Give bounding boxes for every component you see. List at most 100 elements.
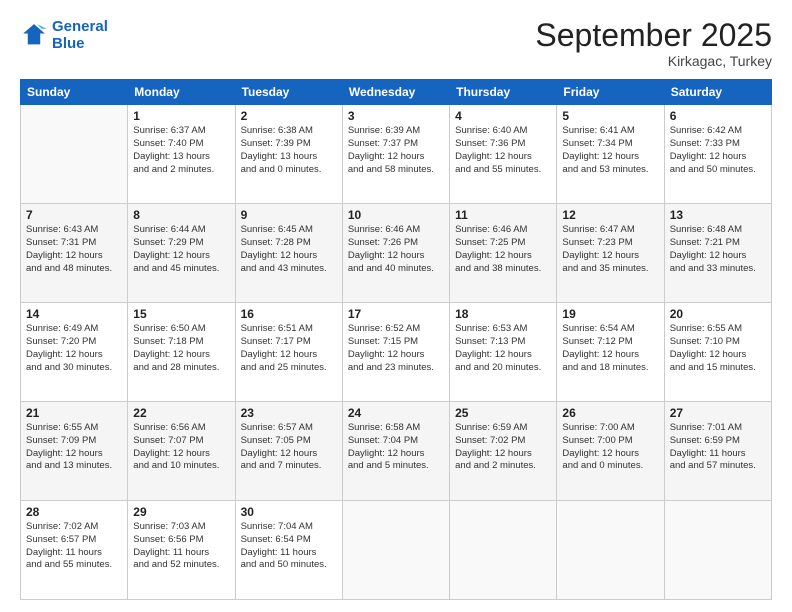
daylight-text-2: and and 10 minutes. [133,460,229,473]
daylight-text-2: and and 35 minutes. [562,263,658,276]
sunset-text: Sunset: 7:04 PM [348,435,444,448]
calendar-cell [557,501,664,600]
daylight-text: Daylight: 12 hours [348,250,444,263]
day-number: 16 [241,307,337,321]
daylight-text-2: and and 20 minutes. [455,362,551,375]
col-header-thursday: Thursday [450,80,557,105]
sunset-text: Sunset: 7:20 PM [26,336,122,349]
calendar-cell: 20Sunrise: 6:55 AMSunset: 7:10 PMDayligh… [664,303,771,402]
calendar-cell: 3Sunrise: 6:39 AMSunset: 7:37 PMDaylight… [342,105,449,204]
daylight-text: Daylight: 12 hours [348,448,444,461]
sunset-text: Sunset: 7:31 PM [26,237,122,250]
day-number: 15 [133,307,229,321]
daylight-text: Daylight: 12 hours [26,349,122,362]
calendar-cell: 11Sunrise: 6:46 AMSunset: 7:25 PMDayligh… [450,204,557,303]
sunrise-text: Sunrise: 6:47 AM [562,224,658,237]
calendar-cell: 2Sunrise: 6:38 AMSunset: 7:39 PMDaylight… [235,105,342,204]
daylight-text: Daylight: 12 hours [133,349,229,362]
day-number: 25 [455,406,551,420]
daylight-text: Daylight: 12 hours [348,349,444,362]
daylight-text-2: and and 28 minutes. [133,362,229,375]
logo-text: General Blue [52,18,108,53]
calendar-cell: 29Sunrise: 7:03 AMSunset: 6:56 PMDayligh… [128,501,235,600]
day-number: 23 [241,406,337,420]
calendar-cell: 28Sunrise: 7:02 AMSunset: 6:57 PMDayligh… [21,501,128,600]
sunset-text: Sunset: 7:21 PM [670,237,766,250]
calendar-cell: 12Sunrise: 6:47 AMSunset: 7:23 PMDayligh… [557,204,664,303]
day-number: 29 [133,505,229,519]
daylight-text-2: and and 50 minutes. [670,164,766,177]
sunset-text: Sunset: 6:57 PM [26,534,122,547]
day-number: 24 [348,406,444,420]
day-number: 9 [241,208,337,222]
daylight-text-2: and and 2 minutes. [455,460,551,473]
day-number: 21 [26,406,122,420]
daylight-text-2: and and 30 minutes. [26,362,122,375]
daylight-text: Daylight: 12 hours [455,250,551,263]
calendar-table: SundayMondayTuesdayWednesdayThursdayFrid… [20,79,772,600]
calendar-cell: 24Sunrise: 6:58 AMSunset: 7:04 PMDayligh… [342,402,449,501]
daylight-text-2: and and 57 minutes. [670,460,766,473]
day-number: 10 [348,208,444,222]
location: Kirkagac, Turkey [535,53,772,69]
calendar-cell: 17 Sunrise: 6:52 AMSunset: 7:15 PMDayligh… [342,303,449,402]
sunset-text: Sunset: 6:56 PM [133,534,229,547]
daylight-text: Daylight: 12 hours [241,349,337,362]
daylight-text: Daylight: 12 hours [670,349,766,362]
daylight-text: Daylight: 12 hours [26,448,122,461]
week-row-5: 28Sunrise: 7:02 AMSunset: 6:57 PMDayligh… [21,501,772,600]
daylight-text: Daylight: 11 hours [241,547,337,560]
sunrise-text: Sunrise: 6:53 AM [455,323,551,336]
sunrise-text: Sunrise: 6:51 AM [241,323,337,336]
col-header-sunday: Sunday [21,80,128,105]
col-header-saturday: Saturday [664,80,771,105]
daylight-text: Daylight: 12 hours [562,349,658,362]
daylight-text: Daylight: 12 hours [562,151,658,164]
sunrise-text: Sunrise: 6:44 AM [133,224,229,237]
calendar-cell: 8Sunrise: 6:44 AMSunset: 7:29 PMDaylight… [128,204,235,303]
daylight-text-2: and and 55 minutes. [455,164,551,177]
daylight-text-2: and and 25 minutes. [241,362,337,375]
day-number: 20 [670,307,766,321]
day-number: 3 [348,109,444,123]
daylight-text: Daylight: 12 hours [133,250,229,263]
day-number: 2 [241,109,337,123]
sunset-text: Sunset: 7:13 PM [455,336,551,349]
header: General Blue September 2025 Kirkagac, Tu… [20,18,772,69]
sunset-text: Sunset: 7:15 PM [348,336,444,349]
calendar-cell: 30Sunrise: 7:04 AMSunset: 6:54 PMDayligh… [235,501,342,600]
daylight-text-2: and and 45 minutes. [133,263,229,276]
day-number: 27 [670,406,766,420]
daylight-text: Daylight: 13 hours [133,151,229,164]
calendar-cell: 14Sunrise: 6:49 AMSunset: 7:20 PMDayligh… [21,303,128,402]
daylight-text: Daylight: 12 hours [133,448,229,461]
week-row-4: 21Sunrise: 6:55 AMSunset: 7:09 PMDayligh… [21,402,772,501]
sunrise-text: Sunrise: 6:52 AM [348,323,444,336]
sunset-text: Sunset: 7:33 PM [670,138,766,151]
sunrise-text: Sunrise: 6:46 AM [348,224,444,237]
calendar-cell: 16Sunrise: 6:51 AMSunset: 7:17 PMDayligh… [235,303,342,402]
sunrise-text: Sunrise: 6:55 AM [670,323,766,336]
day-number: 17 [348,307,444,321]
day-number: 7 [26,208,122,222]
daylight-text: Daylight: 11 hours [133,547,229,560]
daylight-text: Daylight: 12 hours [670,151,766,164]
sunrise-text: Sunrise: 6:54 AM [562,323,658,336]
day-number: 19 [562,307,658,321]
daylight-text-2: and and 2 minutes. [133,164,229,177]
daylight-text: Daylight: 12 hours [241,250,337,263]
daylight-text-2: and and 55 minutes. [26,559,122,572]
sunset-text: Sunset: 6:54 PM [241,534,337,547]
day-number: 5 [562,109,658,123]
logo-line1: General [52,18,108,35]
calendar-cell: 21Sunrise: 6:55 AMSunset: 7:09 PMDayligh… [21,402,128,501]
sunrise-text: Sunrise: 6:46 AM [455,224,551,237]
day-number: 1 [133,109,229,123]
sunset-text: Sunset: 7:25 PM [455,237,551,250]
sunrise-text: Sunrise: 6:48 AM [670,224,766,237]
sunrise-text: Sunrise: 7:02 AM [26,521,122,534]
calendar-cell: 1Sunrise: 6:37 AMSunset: 7:40 PMDaylight… [128,105,235,204]
month-title: September 2025 [535,18,772,53]
sunset-text: Sunset: 7:23 PM [562,237,658,250]
sunrise-text: Sunrise: 6:40 AM [455,125,551,138]
